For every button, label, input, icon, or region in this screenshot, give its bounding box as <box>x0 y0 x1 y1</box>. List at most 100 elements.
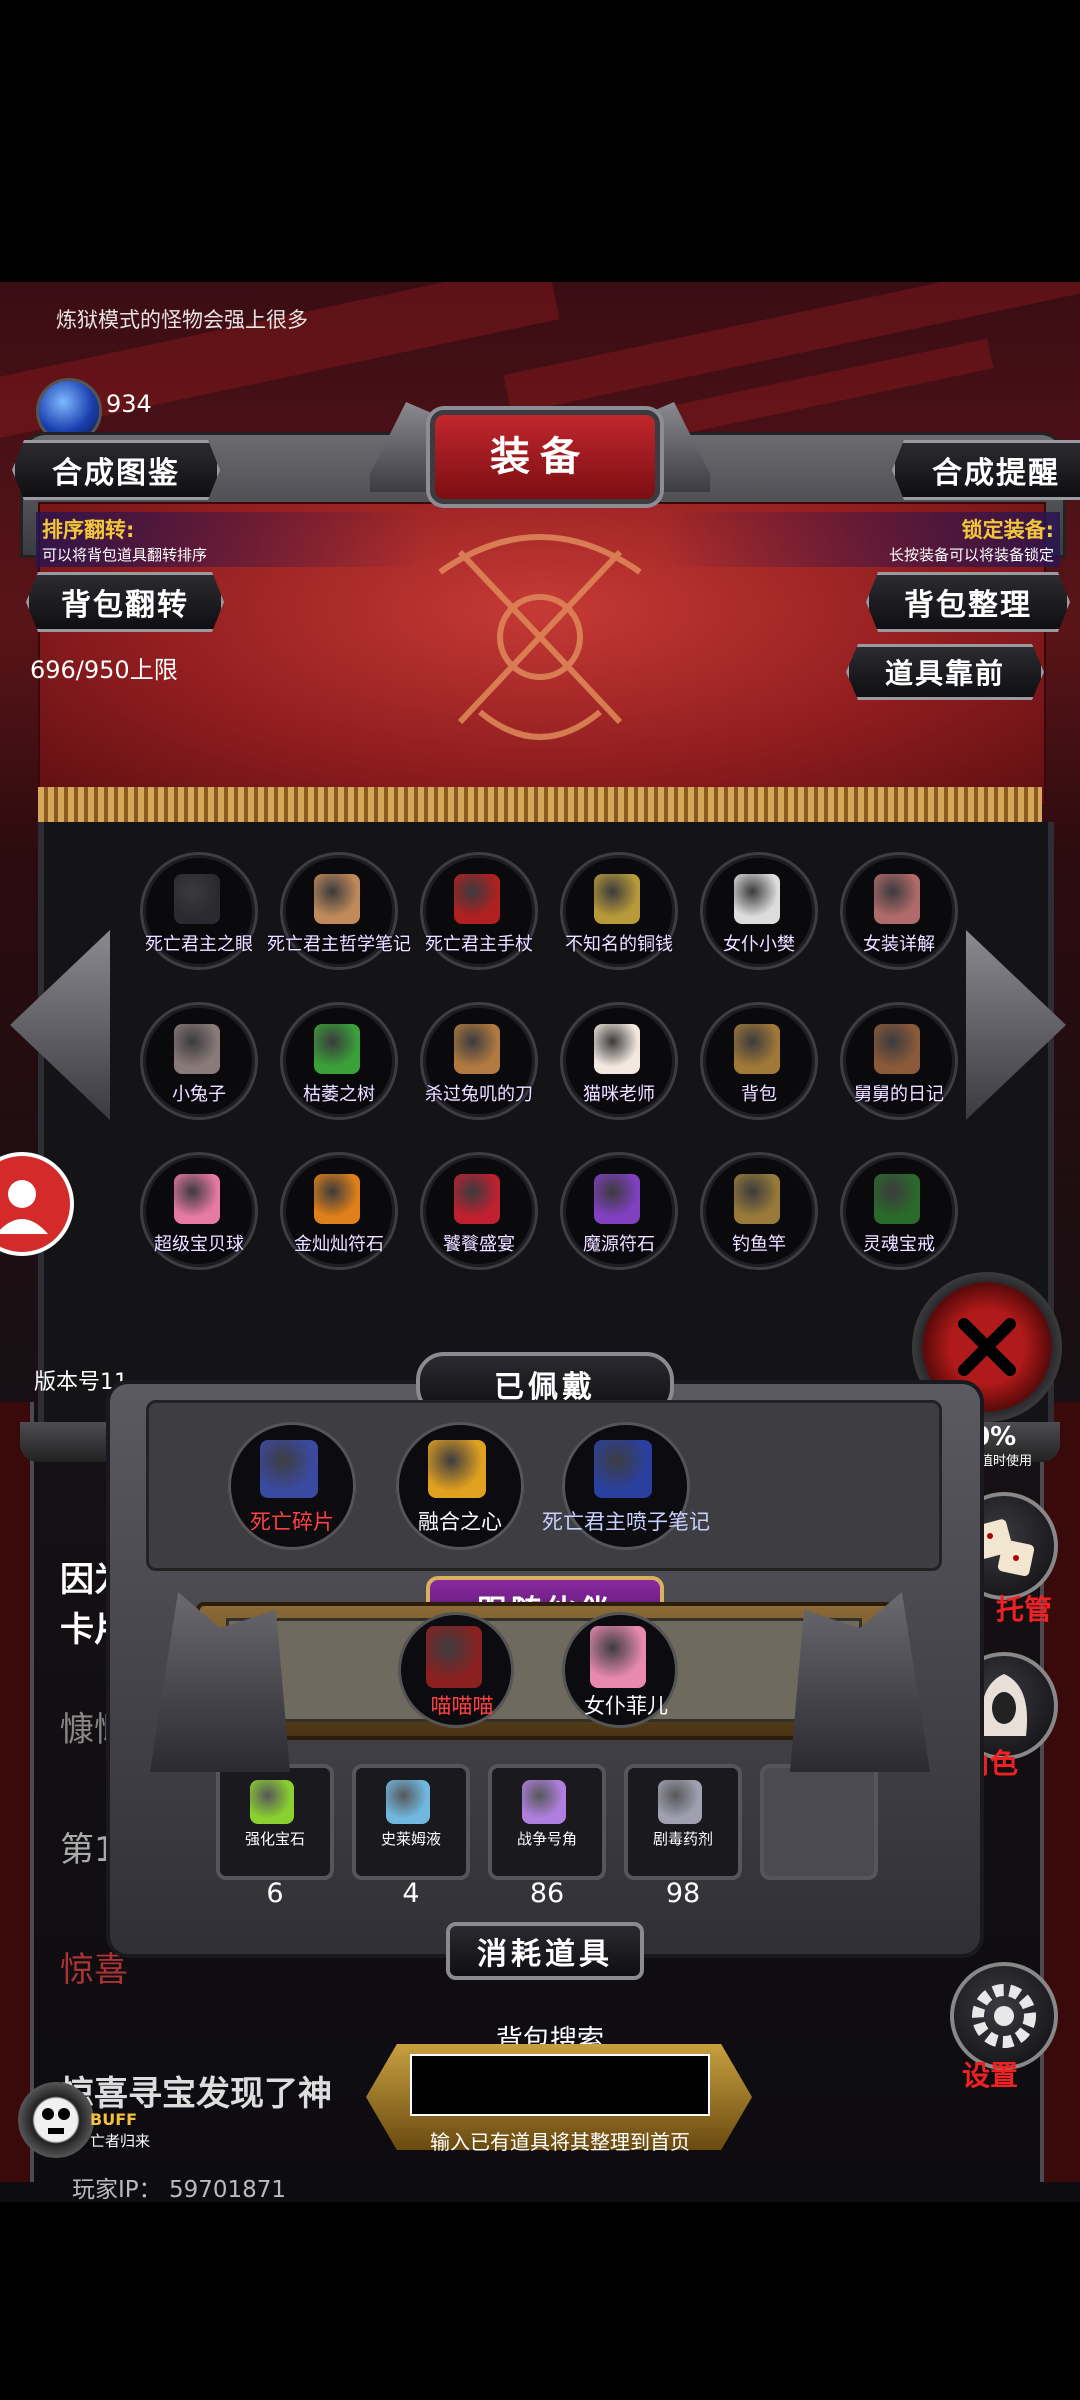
companion-icon <box>590 1626 646 1688</box>
item-icon <box>734 1174 780 1224</box>
player-ip: 玩家IP： 59701871 <box>72 2177 287 2202</box>
companion-label: 女仆菲儿 <box>584 1694 668 1718</box>
item-label: 死亡君主之眼 <box>145 934 253 955</box>
inventory-item[interactable]: 背包 <box>700 1002 818 1120</box>
inventory-item[interactable]: 死亡君主之眼 <box>140 852 258 970</box>
bag-flip-button[interactable]: 背包翻转 <box>26 572 224 632</box>
consumable-slot[interactable]: 战争号角 86 <box>488 1764 606 1909</box>
bag-sort-button[interactable]: 背包整理 <box>866 572 1070 632</box>
item-label: 猫咪老师 <box>583 1084 655 1105</box>
inventory-item[interactable]: 饕餮盛宴 <box>420 1152 538 1270</box>
equipped-item-label: 死亡君主喷子笔记 <box>542 1510 710 1534</box>
item-label: 女装详解 <box>863 934 935 955</box>
item-icon <box>454 1024 500 1074</box>
inventory-item[interactable]: 女仆小樊 <box>700 852 818 970</box>
auto-manage-label: 托管 <box>996 1593 1053 1626</box>
equipped-item[interactable]: 死亡碎片 <box>228 1422 356 1550</box>
item-icon <box>174 1174 220 1224</box>
bag-search-input[interactable] <box>410 2054 710 2116</box>
inventory-item[interactable]: 魔源符石 <box>560 1152 678 1270</box>
consumable-label: 剧毒药剂 <box>652 1830 713 1848</box>
buff-label: BUFF <box>90 2110 138 2129</box>
item-label: 枯萎之树 <box>303 1084 375 1105</box>
item-icon <box>314 1024 360 1074</box>
item-label: 女仆小樊 <box>723 934 795 955</box>
crossed-swords-crest <box>438 534 642 740</box>
consumable-count: 98 <box>665 1878 701 1909</box>
consumable-slot[interactable]: 强化宝石 6 <box>216 1764 334 1909</box>
equipped-item-icon <box>260 1440 318 1498</box>
consumable-label: 战争号角 <box>516 1830 577 1848</box>
inventory-item[interactable]: 女装详解 <box>840 852 958 970</box>
item-icon <box>454 874 500 924</box>
inventory-item[interactable]: 舅舅的日记 <box>840 1002 958 1120</box>
empty-consumable-slot[interactable] <box>760 1764 878 1880</box>
item-label: 饕餮盛宴 <box>443 1234 515 1255</box>
buff-button[interactable] <box>18 2082 94 2158</box>
consumable-count: 86 <box>529 1878 565 1909</box>
news-text: 惊喜寻宝发现了神 <box>60 2074 332 2114</box>
equipped-item[interactable]: 死亡君主喷子笔记 <box>542 1422 710 1550</box>
inventory-item[interactable]: 钓鱼竿 <box>700 1152 818 1270</box>
item-label: 超级宝贝球 <box>154 1234 244 1255</box>
inventory-item[interactable]: 小兔子 <box>140 1002 258 1120</box>
item-icon <box>174 874 220 924</box>
panel-title: 装备 <box>490 434 590 480</box>
equipped-item-icon <box>594 1440 652 1498</box>
item-label: 不知名的铜钱 <box>565 934 673 955</box>
inventory-item[interactable]: 超级宝贝球 <box>140 1152 258 1270</box>
companion-item[interactable]: 喵喵喵 <box>398 1612 514 1728</box>
inventory-item[interactable]: 不知名的铜钱 <box>560 852 678 970</box>
inventory-item[interactable]: 死亡君主手杖 <box>420 852 538 970</box>
consumable-slot[interactable]: 剧毒药剂 98 <box>624 1764 742 1909</box>
lock-equip-hint: 锁定装备: 长按装备可以将装备锁定 <box>660 512 1060 567</box>
inventory-item[interactable]: 猫咪老师 <box>560 1002 678 1120</box>
sort-flip-desc: 可以将背包道具翻转排序 <box>42 546 208 564</box>
equipped-item[interactable]: 融合之心 <box>396 1422 524 1550</box>
tip-text: 炼狱模式的怪物会强上很多 <box>56 308 308 332</box>
companion-item[interactable]: 女仆菲儿 <box>562 1612 678 1728</box>
consumable-slot[interactable]: 史莱姆液 4 <box>352 1764 470 1909</box>
consumable-count: 6 <box>266 1878 284 1909</box>
item-label: 死亡君主手杖 <box>425 934 533 955</box>
consumables-title: 消耗道具 <box>446 1922 644 1980</box>
item-icon <box>594 1174 640 1224</box>
inventory-item[interactable]: 枯萎之树 <box>280 1002 398 1120</box>
companion-icon <box>426 1626 482 1688</box>
item-icon <box>174 1024 220 1074</box>
consumable-icon <box>386 1780 430 1824</box>
consumable-icon <box>658 1780 702 1824</box>
item-icon <box>454 1174 500 1224</box>
consumable-label: 史莱姆液 <box>380 1830 441 1848</box>
item-icon <box>314 1174 360 1224</box>
profile-button[interactable] <box>0 1152 74 1256</box>
item-icon <box>874 874 920 924</box>
companion-label: 喵喵喵 <box>430 1694 494 1718</box>
items-front-button[interactable]: 道具靠前 <box>846 644 1044 700</box>
inventory-item[interactable]: 杀过兔叽的刀 <box>420 1002 538 1120</box>
item-icon <box>594 1024 640 1074</box>
synth-atlas-button[interactable]: 合成图鉴 <box>12 440 220 500</box>
sort-flip-hint: 排序翻转: 可以将背包道具翻转排序 <box>36 512 428 567</box>
game-viewport: 炼狱模式的怪物会强上很多 934 因为 卡片 慷慨 第12 惊喜 惊喜寻宝发现了… <box>0 282 1080 2202</box>
bag-capacity: 696/950上限 <box>30 656 178 684</box>
consumable-icon <box>522 1780 566 1824</box>
item-label: 魔源符石 <box>583 1234 655 1255</box>
settings-label: 设置 <box>962 2059 1019 2092</box>
inventory-item[interactable]: 灵魂宝戒 <box>840 1152 958 1270</box>
consumable-label: 强化宝石 <box>244 1830 305 1848</box>
item-icon <box>314 874 360 924</box>
item-label: 死亡君主哲学笔记 <box>267 934 411 955</box>
equipped-item-label: 死亡碎片 <box>250 1510 334 1534</box>
item-label: 金灿灿符石 <box>294 1234 384 1255</box>
item-icon <box>734 1024 780 1074</box>
consumable-icon <box>250 1780 294 1824</box>
bag-search-hint: 输入已有道具将其整理到首页 <box>430 2130 690 2154</box>
item-label: 钓鱼竿 <box>732 1234 786 1255</box>
item-icon <box>874 1024 920 1074</box>
inventory-item[interactable]: 死亡君主哲学笔记 <box>267 852 411 970</box>
item-icon <box>594 874 640 924</box>
inventory-item[interactable]: 金灿灿符石 <box>280 1152 398 1270</box>
item-icon <box>874 1174 920 1224</box>
synth-remind-button[interactable]: 合成提醒 <box>892 440 1080 500</box>
